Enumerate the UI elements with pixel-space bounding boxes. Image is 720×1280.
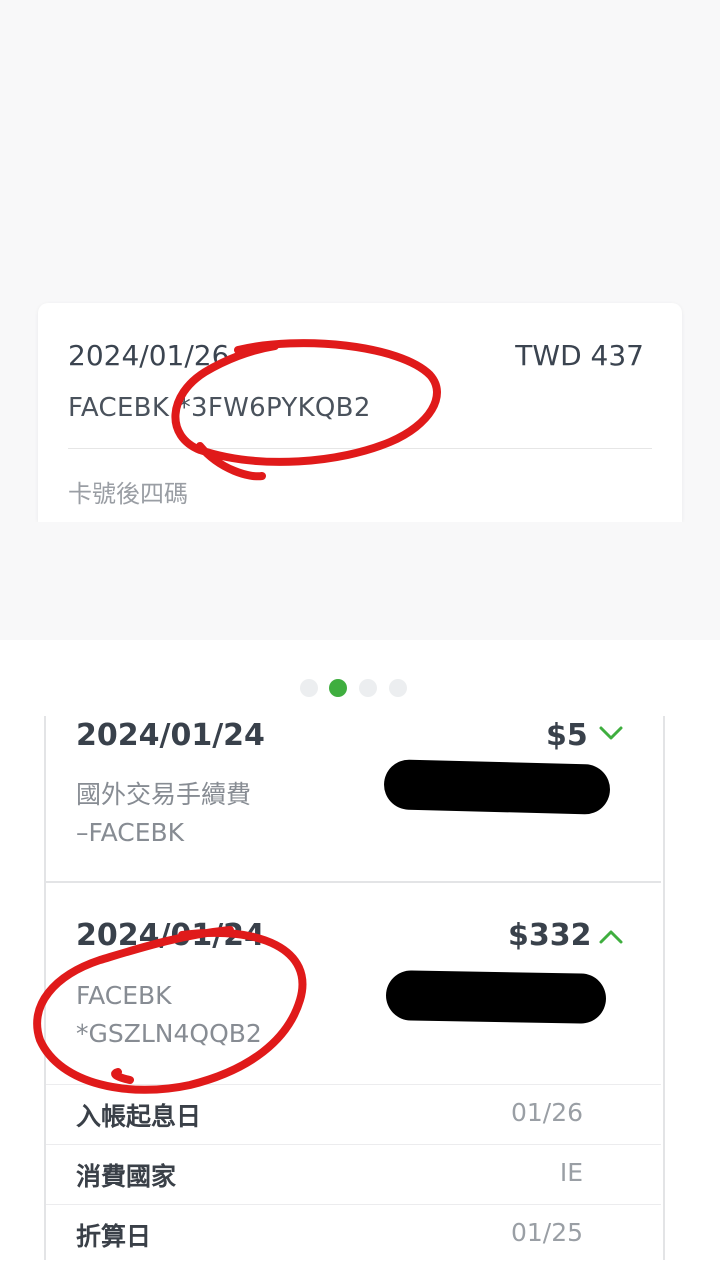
annotation-overlay (33, 339, 441, 1094)
annotation-circle-bottom (33, 926, 307, 1094)
annotation-circle-top (171, 339, 441, 481)
